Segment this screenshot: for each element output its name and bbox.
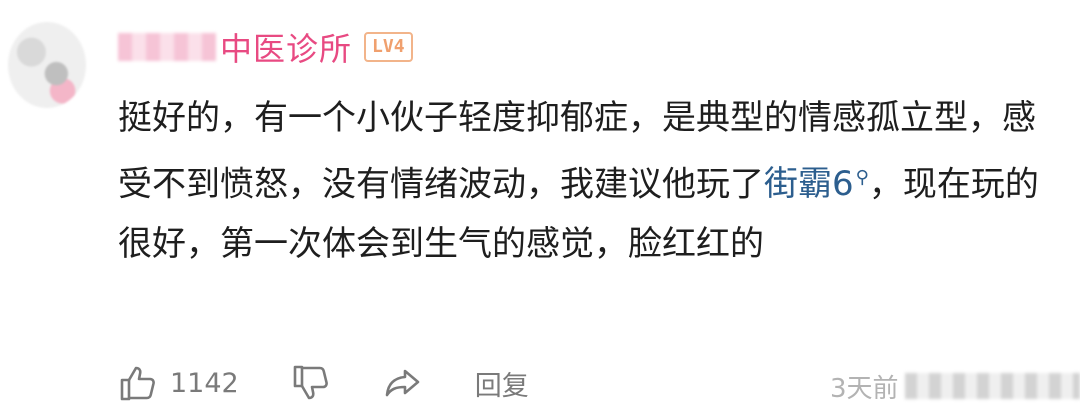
avatar[interactable] xyxy=(8,22,86,108)
comment-text: 挺好的，有一个小伙子轻度抑郁症，是典型的情感孤立型，感受不到愤怒，没有情绪波动，… xyxy=(118,88,1068,274)
reply-button[interactable]: 回复 xyxy=(475,364,529,403)
timestamp: 3天前 xyxy=(830,373,899,404)
thumbs-down-icon xyxy=(291,363,331,403)
share-icon xyxy=(383,363,423,403)
comment-header: 中医诊所 LV4 xyxy=(118,22,413,72)
search-icon: ⚲ xyxy=(855,167,869,188)
location-redacted xyxy=(904,373,1080,399)
comment-actions: 1142 回复 xyxy=(118,360,581,406)
dislike-button[interactable] xyxy=(291,363,331,403)
level-badge: LV4 xyxy=(364,32,413,62)
share-button[interactable] xyxy=(383,363,423,403)
username-redacted xyxy=(118,33,216,61)
like-count: 1142 xyxy=(170,367,239,399)
username[interactable]: 中医诊所 xyxy=(220,24,352,70)
like-button[interactable]: 1142 xyxy=(118,363,239,403)
reply-label: 回复 xyxy=(474,370,529,402)
thumbs-up-icon xyxy=(118,363,158,403)
keyword-link-label: 街霸6 xyxy=(764,164,854,205)
keyword-link[interactable]: 街霸6 ⚲ xyxy=(764,164,869,204)
comment-meta: 3天前 xyxy=(810,366,1080,406)
